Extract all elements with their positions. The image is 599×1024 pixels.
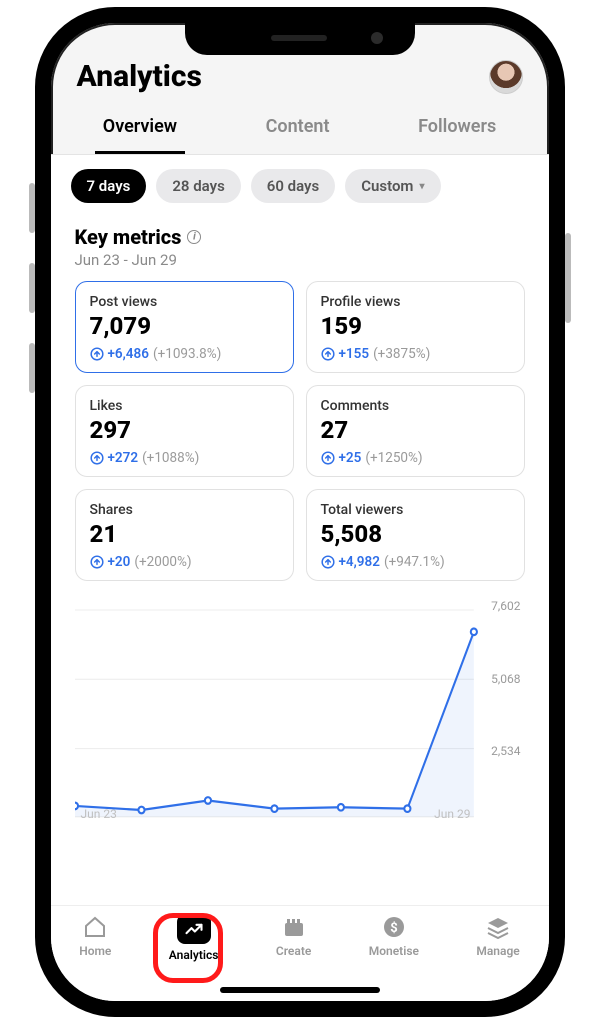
key-metrics-title: Key metrics xyxy=(75,225,182,249)
metric-label: Comments xyxy=(321,398,510,414)
metric-card[interactable]: Shares 21 +20(+2000%) xyxy=(75,489,294,581)
metric-label: Profile views xyxy=(321,294,510,310)
arrow-up-icon xyxy=(90,347,104,361)
chip-custom-label: Custom xyxy=(361,177,413,195)
page-title: Analytics xyxy=(77,59,202,94)
nav-label: Home xyxy=(79,944,111,958)
metric-card[interactable]: Profile views 159 +155(+3875%) xyxy=(306,281,525,373)
metric-value: 7,079 xyxy=(90,312,279,340)
arrow-up-icon xyxy=(321,451,335,465)
metric-card[interactable]: Total viewers 5,508 +4,982(+947.1%) xyxy=(306,489,525,581)
metric-label: Shares xyxy=(90,502,279,518)
metric-delta: +4,982(+947.1%) xyxy=(321,554,510,570)
nav-home[interactable]: Home xyxy=(79,914,111,958)
metric-value: 297 xyxy=(90,416,279,444)
metric-delta-pct: (+1093.8%) xyxy=(153,346,221,362)
metric-delta-abs: +155 xyxy=(339,346,370,362)
avatar[interactable] xyxy=(489,60,523,94)
svg-text:$: $ xyxy=(390,921,397,936)
arrow-up-icon xyxy=(90,451,104,465)
tab-followers[interactable]: Followers xyxy=(410,106,504,154)
metric-card[interactable]: Comments 27 +25(+1250%) xyxy=(306,385,525,477)
header: Analytics xyxy=(51,23,549,100)
metric-label: Total viewers xyxy=(321,502,510,518)
nav-manage[interactable]: Manage xyxy=(476,914,519,958)
nav-create[interactable]: Create xyxy=(276,914,311,958)
metric-delta-pct: (+947.1%) xyxy=(384,554,445,570)
metric-value: 21 xyxy=(90,520,279,548)
metric-delta-pct: (+2000%) xyxy=(134,554,191,570)
date-range: Jun 23 - Jun 29 xyxy=(75,251,525,269)
phone-frame: Analytics Overview Content Followers 7 d… xyxy=(35,7,565,1017)
metric-delta-abs: +25 xyxy=(339,450,362,466)
y-tick: 5,068 xyxy=(491,672,520,686)
metric-label: Likes xyxy=(90,398,279,414)
chart-svg xyxy=(75,599,525,819)
chart[interactable]: 7,602 5,068 2,534 Jun 23 Jun 29 xyxy=(75,599,525,819)
chip-60-days[interactable]: 60 days xyxy=(251,169,335,203)
metric-value: 159 xyxy=(321,312,510,340)
analytics-icon xyxy=(177,914,211,944)
metric-label: Post views xyxy=(90,294,279,310)
x-tick: Jun 29 xyxy=(434,807,470,821)
monetise-icon: $ xyxy=(379,914,409,940)
screen: Analytics Overview Content Followers 7 d… xyxy=(51,23,549,1001)
info-icon[interactable] xyxy=(187,230,201,244)
nav-label: Create xyxy=(276,944,311,958)
y-tick: 2,534 xyxy=(491,744,520,758)
tab-content[interactable]: Content xyxy=(258,106,338,154)
create-icon xyxy=(279,914,309,940)
arrow-up-icon xyxy=(321,347,335,361)
time-filter-row: 7 days 28 days 60 days Custom ▾ xyxy=(51,155,549,217)
chip-custom[interactable]: Custom ▾ xyxy=(345,169,440,203)
tab-overview[interactable]: Overview xyxy=(95,106,185,154)
nav-label: Monetise xyxy=(369,944,419,958)
metric-delta: +272(+1088%) xyxy=(90,450,279,466)
nav-monetise[interactable]: $ Monetise xyxy=(369,914,419,958)
chevron-down-icon: ▾ xyxy=(419,181,424,192)
metric-value: 27 xyxy=(321,416,510,444)
metric-delta-abs: +272 xyxy=(108,450,139,466)
tabs: Overview Content Followers xyxy=(51,100,549,155)
metric-delta-abs: +20 xyxy=(108,554,131,570)
arrow-up-icon xyxy=(90,555,104,569)
home-icon xyxy=(80,914,110,940)
metric-delta-abs: +4,982 xyxy=(339,554,380,570)
y-tick: 7,602 xyxy=(491,599,520,613)
metric-delta-abs: +6,486 xyxy=(108,346,149,362)
nav-label: Analytics xyxy=(169,948,219,962)
nav-analytics[interactable]: Analytics xyxy=(169,914,219,962)
key-metrics-heading: Key metrics xyxy=(75,225,202,249)
metric-value: 5,508 xyxy=(321,520,510,548)
nav-label: Manage xyxy=(476,944,519,958)
metric-delta: +25(+1250%) xyxy=(321,450,510,466)
chip-28-days[interactable]: 28 days xyxy=(156,169,240,203)
metric-delta-pct: (+3875%) xyxy=(373,346,430,362)
chip-7-days[interactable]: 7 days xyxy=(71,169,147,203)
metrics-grid: Post views 7,079 +6,486(+1093.8%) Profile v… xyxy=(75,281,525,581)
metric-card[interactable]: Post views 7,079 +6,486(+1093.8%) xyxy=(75,281,294,373)
x-tick: Jun 23 xyxy=(81,807,117,821)
metric-card[interactable]: Likes 297 +272(+1088%) xyxy=(75,385,294,477)
metric-delta: +20(+2000%) xyxy=(90,554,279,570)
metric-delta: +155(+3875%) xyxy=(321,346,510,362)
metric-delta-pct: (+1088%) xyxy=(142,450,199,466)
arrow-up-icon xyxy=(321,555,335,569)
metric-delta: +6,486(+1093.8%) xyxy=(90,346,279,362)
home-indicator[interactable] xyxy=(220,987,380,993)
content: Key metrics Jun 23 - Jun 29 Post views 7,… xyxy=(51,217,549,1001)
metric-delta-pct: (+1250%) xyxy=(365,450,422,466)
manage-icon xyxy=(483,914,513,940)
